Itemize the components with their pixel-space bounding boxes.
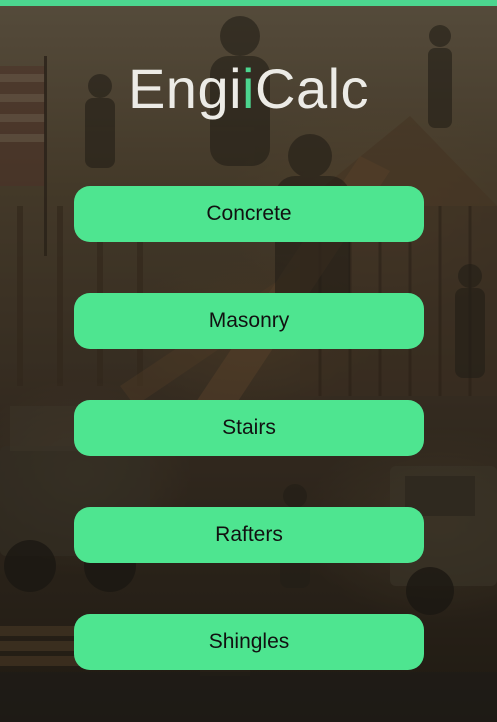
app-title: EngiiCalc xyxy=(0,56,497,121)
title-accent-letter: i xyxy=(242,57,255,120)
app-screen: EngiiCalc Concrete Masonry Stairs Rafter… xyxy=(0,0,497,722)
stairs-button[interactable]: Stairs xyxy=(74,400,424,456)
masonry-button[interactable]: Masonry xyxy=(74,293,424,349)
bottom-bar xyxy=(0,672,497,722)
top-accent-bar xyxy=(0,0,497,6)
concrete-button[interactable]: Concrete xyxy=(74,186,424,242)
rafters-button[interactable]: Rafters xyxy=(74,507,424,563)
title-part1: Engi xyxy=(127,57,243,120)
title-part2: Calc xyxy=(255,57,370,120)
shingles-button[interactable]: Shingles xyxy=(74,614,424,670)
